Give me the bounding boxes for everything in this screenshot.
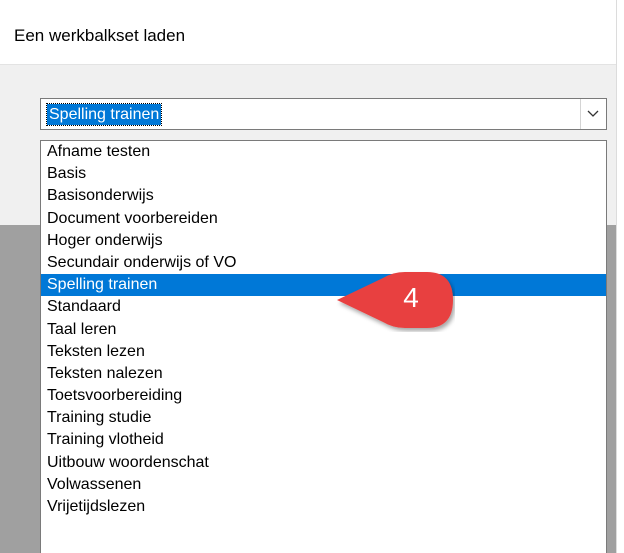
- list-item[interactable]: Taal leren: [41, 319, 606, 341]
- list-item[interactable]: Basisonderwijs: [41, 185, 606, 207]
- list-item[interactable]: Afname testen: [41, 141, 606, 163]
- toolbar-set-dropdown-list[interactable]: Afname testen Basis Basisonderwijs Document…: [40, 140, 607, 553]
- dialog-title: Een werkbalkset laden: [14, 26, 186, 45]
- list-item[interactable]: Uitbouw woordenschat: [41, 452, 606, 474]
- callout-number: 4: [403, 282, 419, 313]
- list-item[interactable]: Teksten lezen: [41, 341, 606, 363]
- list-item[interactable]: Teksten nalezen: [41, 363, 606, 385]
- list-item[interactable]: Volwassenen: [41, 474, 606, 496]
- list-item[interactable]: Standaard: [41, 296, 606, 318]
- list-item[interactable]: Hoger onderwijs: [41, 230, 606, 252]
- toolbar-set-combobox[interactable]: Spelling trainen: [40, 98, 607, 130]
- list-item-selected[interactable]: Spelling trainen: [41, 274, 606, 297]
- chevron-down-icon: [587, 110, 599, 117]
- list-item[interactable]: Training studie: [41, 407, 606, 429]
- combobox-dropdown-button[interactable]: [580, 99, 606, 129]
- list-item[interactable]: Training vlotheid: [41, 429, 606, 451]
- list-item[interactable]: Basis: [41, 163, 606, 185]
- list-item[interactable]: Toetsvoorbereiding: [41, 385, 606, 407]
- combobox-selected-value[interactable]: Spelling trainen: [45, 103, 163, 126]
- list-item[interactable]: Vrijetijdslezen: [41, 496, 606, 518]
- list-item[interactable]: Document voorbereiden: [41, 208, 606, 230]
- dialog-title-bar: Een werkbalkset laden: [0, 0, 616, 65]
- list-item[interactable]: Secundair onderwijs of VO: [41, 252, 606, 274]
- load-toolbar-set-dialog: Een werkbalkset laden Spelling trainen A…: [0, 0, 617, 553]
